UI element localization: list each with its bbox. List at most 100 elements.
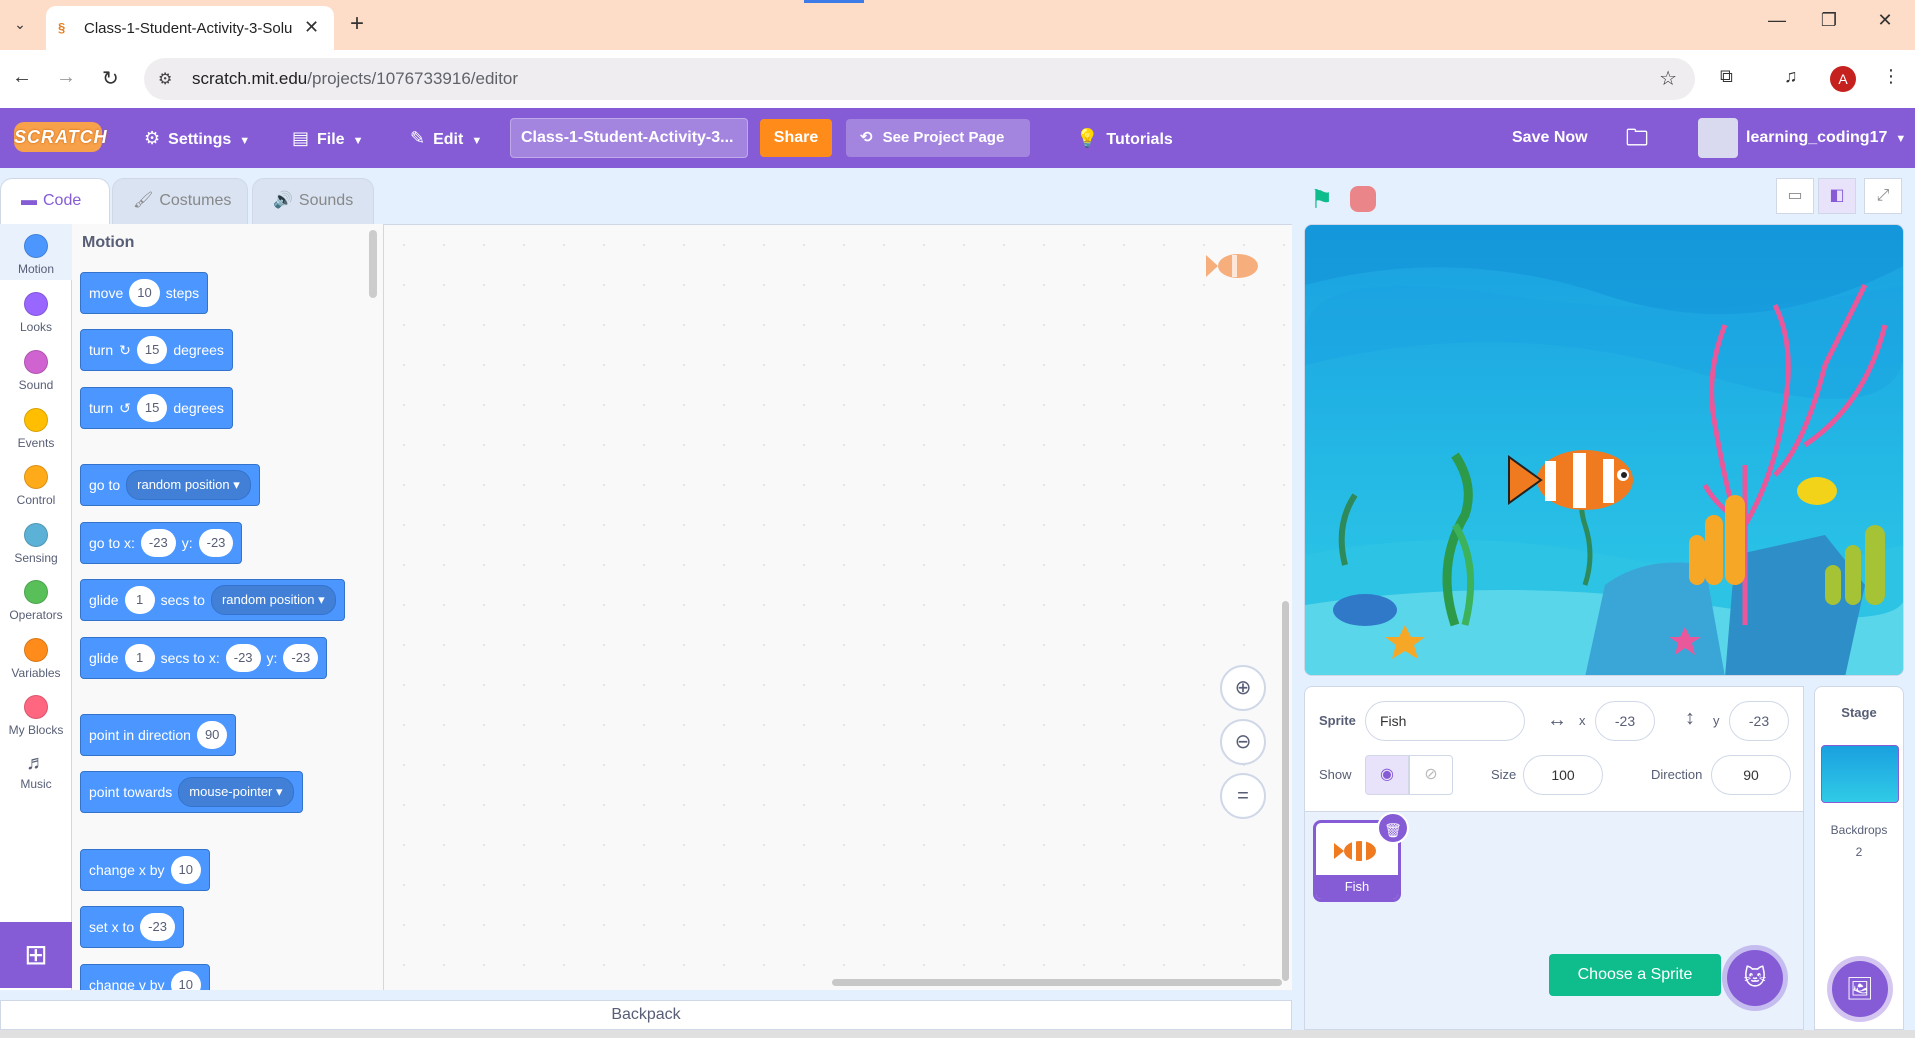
bookmark-star-icon[interactable]: ☆ bbox=[1659, 66, 1677, 91]
block-input[interactable]: 90 bbox=[196, 721, 228, 749]
site-info-icon[interactable]: ⚙ bbox=[158, 69, 172, 89]
normal-stage-icon[interactable]: ◧ bbox=[1818, 178, 1856, 214]
direction-input[interactable]: 90 bbox=[1711, 755, 1791, 795]
my-stuff-folder-icon[interactable]: 🗀 bbox=[1626, 108, 1648, 168]
tab-costumes[interactable]: 🖌 Costumes bbox=[112, 178, 248, 224]
zoom-in-icon[interactable]: ⊕ bbox=[1220, 665, 1266, 711]
address-bar[interactable]: ⚙ scratch.mit.edu/projects/1076733916/ed… bbox=[144, 58, 1695, 100]
reload-icon[interactable]: ↻ bbox=[102, 66, 119, 91]
hide-sprite-eye-icon[interactable]: ⊘ bbox=[1409, 755, 1453, 795]
media-control-icon[interactable]: ♫ bbox=[1784, 66, 1798, 87]
category-dot bbox=[24, 350, 48, 374]
zoom-out-icon[interactable]: ⊖ bbox=[1220, 719, 1266, 765]
category-control[interactable]: Control bbox=[0, 465, 72, 507]
choose-backdrop-button[interactable]: 🖼 bbox=[1832, 961, 1888, 1017]
block-dropdown[interactable]: random position ▾ bbox=[126, 470, 251, 500]
block-change-y[interactable]: change y by 10 bbox=[80, 964, 210, 990]
add-extension-button[interactable]: ⊞ bbox=[0, 922, 72, 988]
block-input[interactable]: 15 bbox=[136, 336, 168, 364]
tab-search-icon[interactable]: ⌄ bbox=[8, 12, 32, 36]
y-input[interactable]: -23 bbox=[1729, 701, 1789, 741]
stop-icon[interactable] bbox=[1350, 186, 1376, 212]
block-glide-to[interactable]: glide 1 secs to random position ▾ bbox=[80, 579, 345, 621]
green-flag-icon[interactable]: ⚑ bbox=[1310, 184, 1333, 215]
close-window-icon[interactable]: ✕ bbox=[1870, 10, 1900, 31]
see-project-page-button[interactable]: ⟲ See Project Page bbox=[846, 119, 1030, 157]
show-sprite-eye-icon[interactable]: ◉ bbox=[1365, 755, 1409, 795]
tab-code[interactable]: ▬ Code bbox=[0, 178, 110, 224]
extensions-icon[interactable]: ⧉ bbox=[1720, 66, 1733, 87]
block-dropdown[interactable]: random position ▾ bbox=[210, 585, 336, 615]
block-point-in-direction[interactable]: point in direction 90 bbox=[80, 714, 237, 756]
x-input[interactable]: -23 bbox=[1595, 701, 1655, 741]
back-icon[interactable]: ← bbox=[12, 66, 32, 89]
palette-scrollbar[interactable] bbox=[369, 230, 377, 298]
block-input[interactable]: 10 bbox=[129, 279, 160, 307]
dropdown-value: random position bbox=[137, 477, 230, 492]
browser-tab[interactable]: § Class-1-Student-Activity-3-Solu ✕ bbox=[46, 6, 334, 50]
zoom-reset-button[interactable]: = bbox=[1220, 773, 1266, 819]
file-menu[interactable]: ▤ File ▼ bbox=[292, 108, 363, 168]
minimize-icon[interactable]: — bbox=[1762, 10, 1792, 31]
edit-menu[interactable]: ✎ Edit ▼ bbox=[410, 108, 482, 168]
tutorials-menu[interactable]: 💡 Tutorials bbox=[1076, 108, 1173, 168]
category-sensing[interactable]: Sensing bbox=[0, 523, 72, 565]
block-go-to[interactable]: go to random position ▾ bbox=[80, 464, 260, 506]
block-text: glide bbox=[89, 650, 119, 666]
project-title-input[interactable]: Class-1-Student-Activity-3... bbox=[510, 118, 748, 158]
new-tab-icon[interactable]: + bbox=[350, 10, 364, 38]
user-avatar[interactable] bbox=[1698, 118, 1738, 158]
block-go-to-xy[interactable]: go to x: -23 y: -23 bbox=[80, 522, 243, 564]
block-input[interactable]: -23 bbox=[225, 644, 261, 672]
category-operators[interactable]: Operators bbox=[0, 580, 72, 622]
category-events[interactable]: Events bbox=[0, 408, 72, 450]
block-glide-to-xy[interactable]: glide 1 secs to x: -23 y: -23 bbox=[80, 637, 328, 679]
stage-selector-panel[interactable]: Stage Backdrops 2 🖼 bbox=[1814, 686, 1904, 1030]
sprite-name-input[interactable]: Fish bbox=[1365, 701, 1525, 741]
settings-menu[interactable]: ⚙ Settings ▼ bbox=[144, 108, 250, 168]
backpack[interactable]: Backpack bbox=[0, 1000, 1292, 1030]
block-dropdown[interactable]: mouse-pointer ▾ bbox=[178, 777, 294, 807]
tab-sounds[interactable]: 🔊 Sounds bbox=[252, 178, 374, 224]
save-now-button[interactable]: Save Now bbox=[1512, 108, 1588, 168]
block-input[interactable]: -23 bbox=[140, 529, 176, 557]
code-workspace[interactable]: ⊕ ⊖ = bbox=[384, 224, 1292, 990]
workspace-vertical-scrollbar[interactable] bbox=[1282, 601, 1289, 981]
choose-sprite-button[interactable]: 🐱 bbox=[1727, 950, 1783, 1006]
block-set-x[interactable]: set x to -23 bbox=[80, 906, 184, 948]
category-sound[interactable]: Sound bbox=[0, 350, 72, 392]
category-my-blocks[interactable]: My Blocks bbox=[0, 695, 72, 737]
block-input[interactable]: 10 bbox=[170, 971, 201, 990]
block-text: change x by bbox=[89, 862, 165, 878]
browser-menu-icon[interactable]: ⋮ bbox=[1882, 66, 1900, 87]
workspace-horizontal-scrollbar[interactable] bbox=[832, 979, 1282, 986]
block-move-steps[interactable]: move 10 steps bbox=[80, 272, 209, 314]
block-input[interactable]: 10 bbox=[170, 856, 201, 884]
scratch-logo[interactable]: SCRATCH bbox=[14, 122, 107, 152]
close-tab-icon[interactable]: ✕ bbox=[304, 17, 319, 38]
block-input[interactable]: -23 bbox=[283, 644, 319, 672]
small-stage-icon[interactable]: ▭ bbox=[1776, 178, 1814, 214]
size-input[interactable]: 100 bbox=[1523, 755, 1603, 795]
profile-avatar[interactable]: A bbox=[1830, 66, 1856, 92]
share-button[interactable]: Share bbox=[760, 119, 832, 157]
block-input[interactable]: -23 bbox=[198, 529, 234, 557]
forward-icon[interactable]: → bbox=[56, 66, 76, 89]
block-input[interactable]: 1 bbox=[124, 586, 155, 614]
block-change-x[interactable]: change x by 10 bbox=[80, 849, 210, 891]
account-menu[interactable]: learning_coding17 ▼ bbox=[1746, 108, 1906, 168]
block-input[interactable]: -23 bbox=[140, 913, 175, 941]
restore-icon[interactable]: ❐ bbox=[1814, 10, 1844, 31]
delete-sprite-trash-icon[interactable]: 🗑 bbox=[1377, 812, 1409, 844]
block-input[interactable]: 1 bbox=[124, 644, 155, 672]
fullscreen-icon[interactable]: ⤢ bbox=[1864, 178, 1902, 214]
block-turn-right[interactable]: turn ↻ 15 degrees bbox=[80, 329, 233, 371]
category-motion[interactable]: Motion bbox=[0, 224, 72, 280]
block-turn-left[interactable]: turn ↺ 15 degrees bbox=[80, 387, 233, 429]
category-variables[interactable]: Variables bbox=[0, 638, 72, 680]
stage-canvas[interactable] bbox=[1304, 224, 1904, 676]
category-looks[interactable]: Looks bbox=[0, 292, 72, 334]
block-point-towards[interactable]: point towards mouse-pointer ▾ bbox=[80, 771, 303, 813]
block-input[interactable]: 15 bbox=[136, 394, 168, 422]
category-music[interactable]: ♬ Music bbox=[0, 752, 72, 791]
